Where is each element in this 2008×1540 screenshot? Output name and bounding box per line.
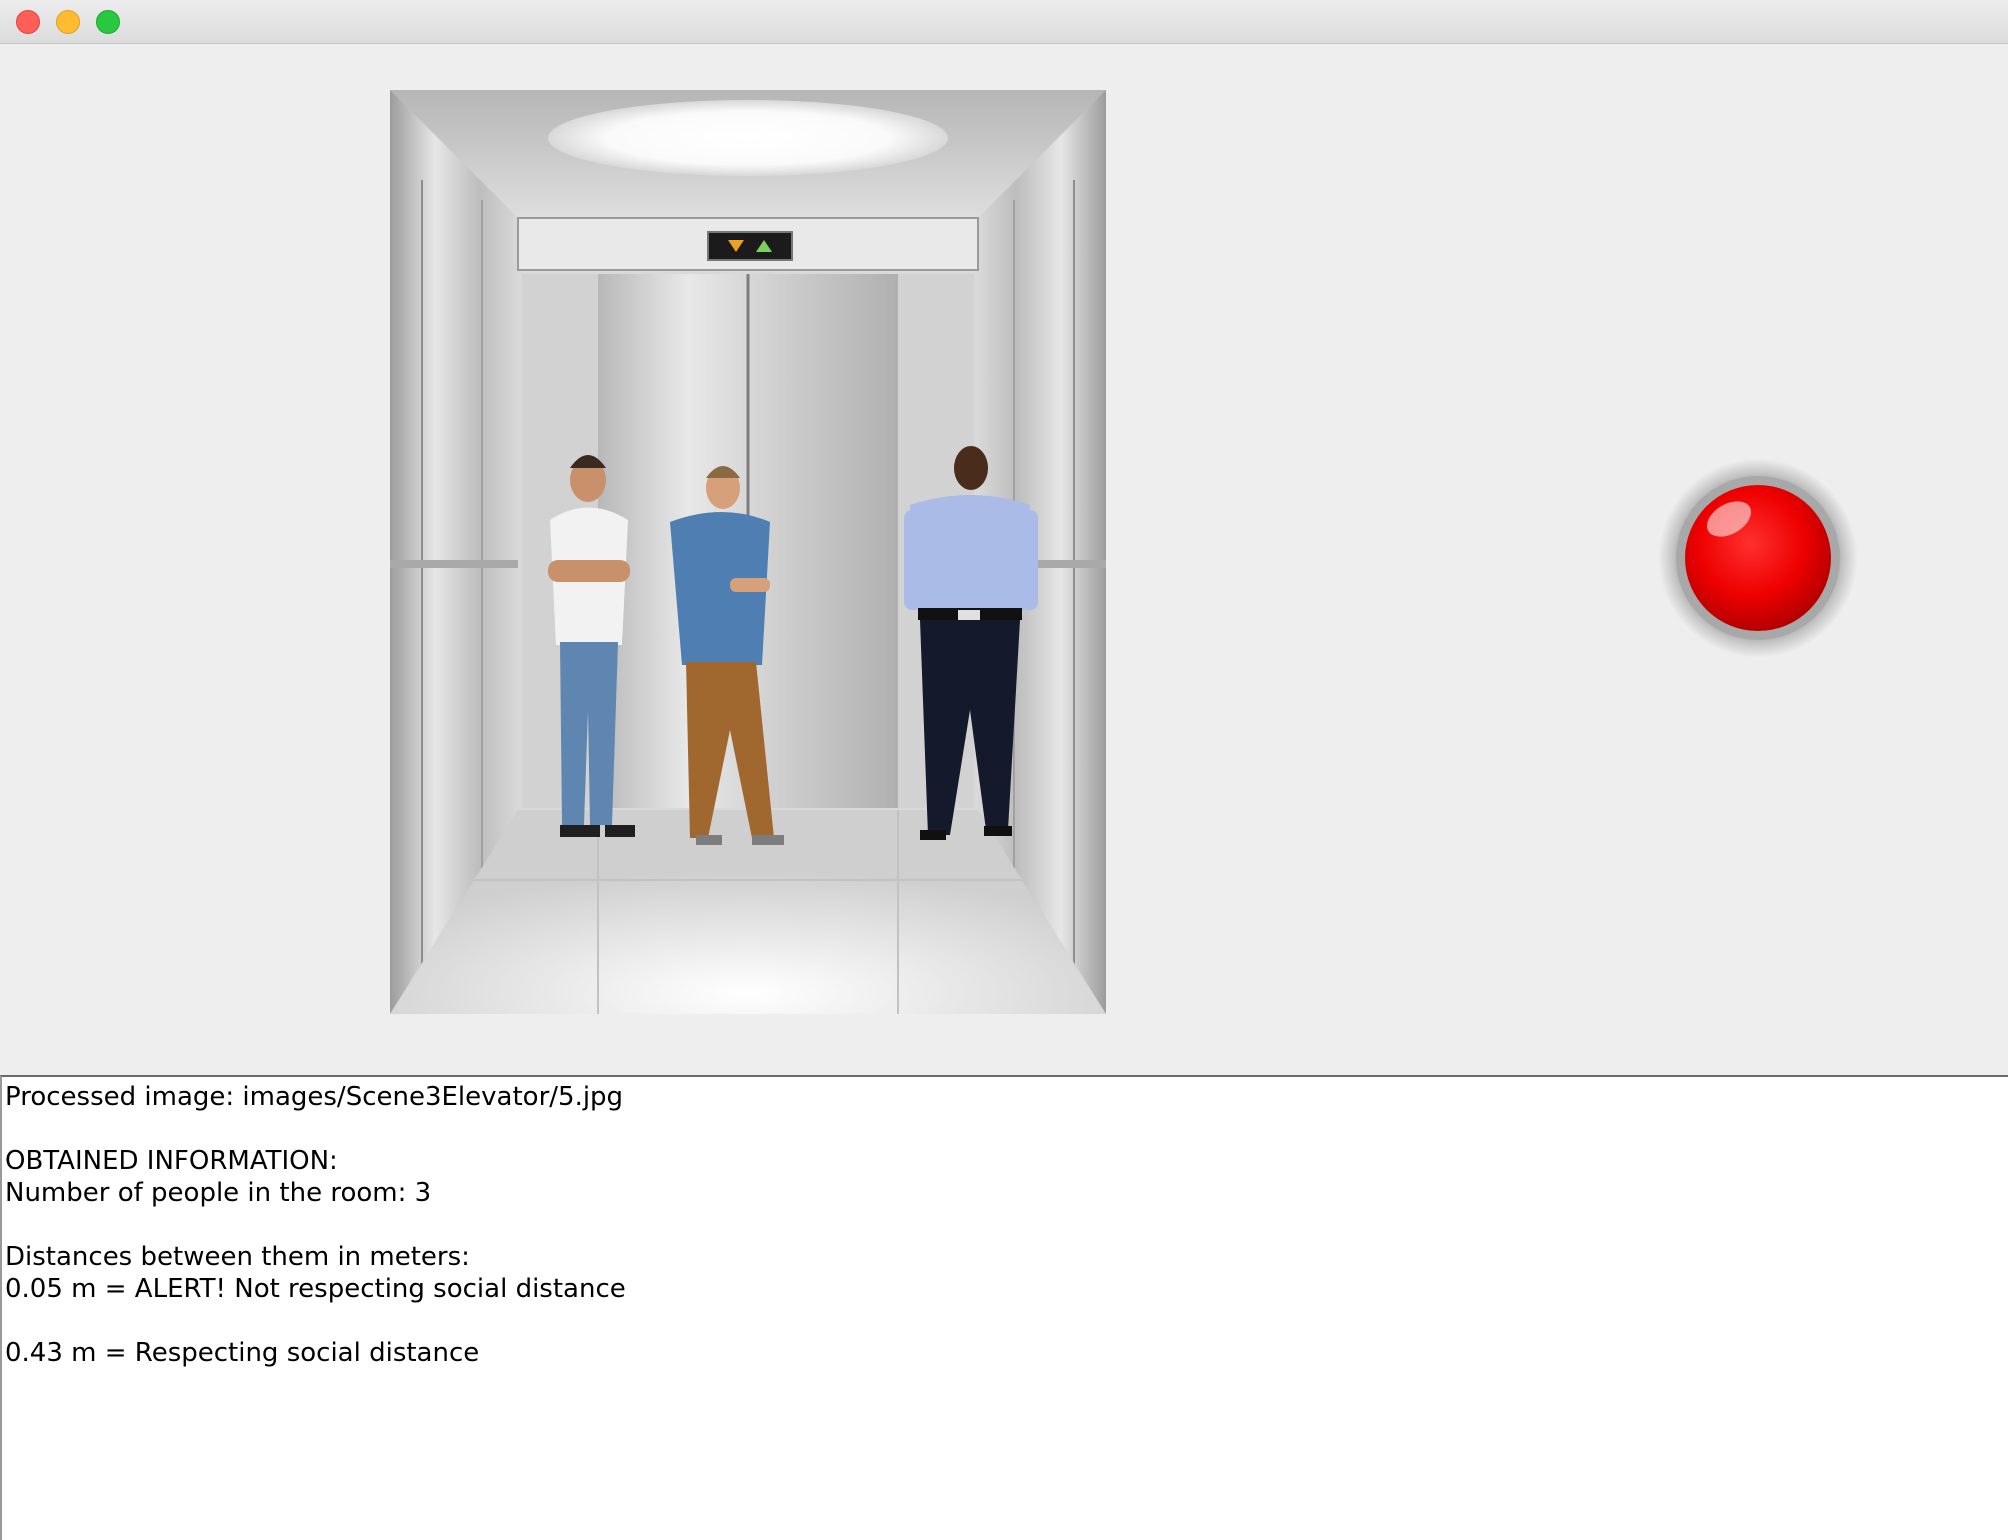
distance-alert-line: 0.05 m = ALERT! Not respecting social di… xyxy=(5,1274,626,1304)
alert-light xyxy=(1657,457,1859,659)
distance-ok-line: 0.43 m = Respecting social distance xyxy=(5,1338,480,1368)
people-count-line: Number of people in the room: 3 xyxy=(5,1178,432,1208)
maximize-button[interactable] xyxy=(96,10,120,34)
elevator-photo xyxy=(390,90,1106,1014)
minimize-button[interactable] xyxy=(56,10,80,34)
info-text-area[interactable]: Processed image: images/Scene3Elevator/5… xyxy=(0,1075,2008,1540)
close-button[interactable] xyxy=(16,10,40,34)
processed-image-line: Processed image: images/Scene3Elevator/5… xyxy=(5,1082,624,1112)
app-window: Processed image: images/Scene3Elevator/5… xyxy=(0,0,2008,1540)
title-bar xyxy=(0,0,2008,44)
red-alert-light-icon xyxy=(1658,458,1858,658)
obtained-information-heading: OBTAINED INFORMATION: xyxy=(5,1146,338,1176)
distances-heading: Distances between them in meters: xyxy=(5,1242,470,1272)
image-panel xyxy=(0,44,2008,1075)
